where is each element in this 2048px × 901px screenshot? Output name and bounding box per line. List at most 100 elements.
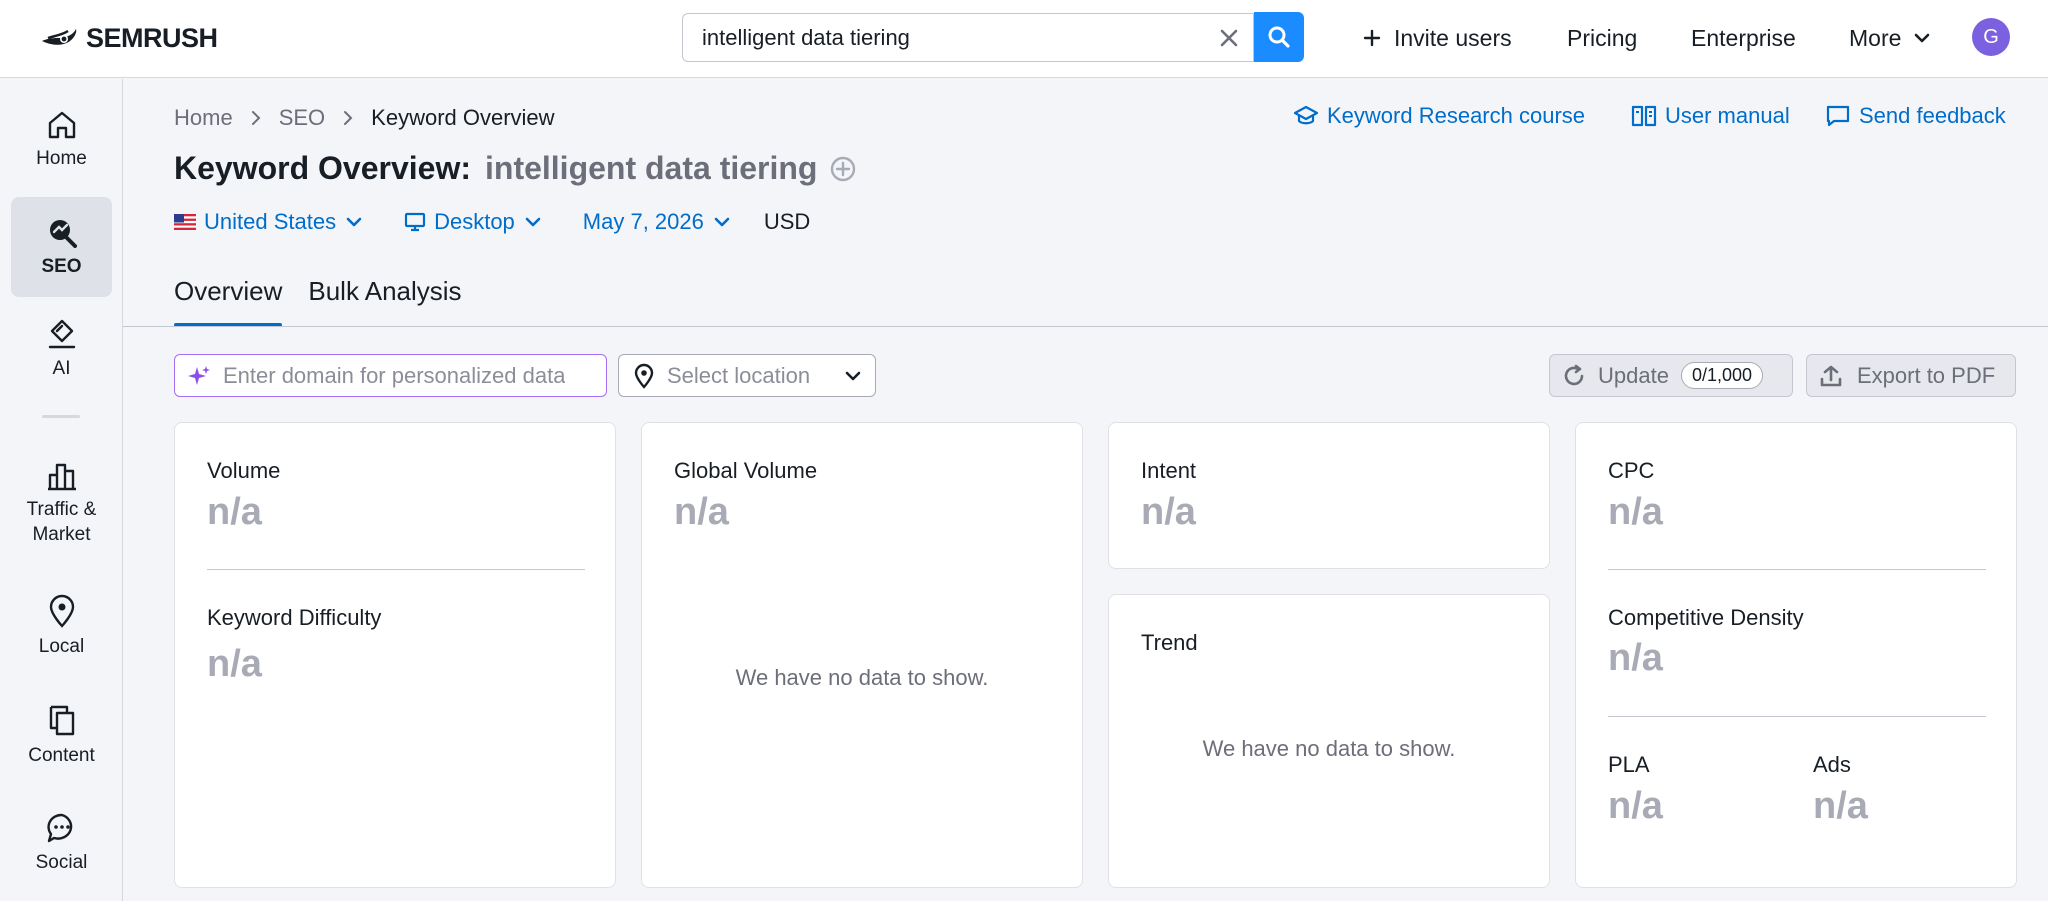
keyword-research-course-link[interactable]: Keyword Research course — [1293, 103, 1585, 129]
search-input-value[interactable]: intelligent data tiering — [702, 25, 1209, 51]
top-bar: SEMRUSH intelligent data tiering Invite … — [0, 0, 2048, 78]
desktop-icon — [404, 212, 426, 232]
semrush-logo[interactable]: SEMRUSH — [40, 22, 218, 54]
intent-card: Intent n/a — [1108, 422, 1550, 569]
logo-text: SEMRUSH — [86, 22, 218, 53]
sidebar-item-label: Home — [36, 147, 87, 169]
sidebar: Home SEO AI Traffic & Market Local Conte… — [0, 79, 123, 901]
seo-icon — [49, 219, 77, 248]
add-to-list-icon[interactable] — [829, 155, 857, 183]
clear-search-icon[interactable] — [1209, 18, 1249, 58]
export-pdf-button[interactable]: Export to PDF — [1806, 354, 2016, 397]
location-placeholder: Select location — [667, 362, 811, 388]
pricing-link[interactable]: Pricing — [1567, 14, 1637, 62]
device-select[interactable]: Desktop — [404, 209, 541, 235]
search-icon — [1268, 26, 1290, 48]
date-label: May 7, 2026 — [582, 209, 704, 234]
ai-icon — [48, 319, 75, 348]
map-pin-icon — [634, 363, 654, 389]
personalized-domain-input[interactable]: Enter domain for personalized data — [174, 354, 607, 397]
tabs: Overview Bulk Analysis — [174, 272, 488, 327]
upload-icon — [1820, 365, 1842, 386]
feedback-icon — [1826, 105, 1850, 127]
tab-overview[interactable]: Overview — [174, 272, 283, 327]
more-menu[interactable]: More — [1849, 14, 1931, 62]
breadcrumb: Home SEO Keyword Overview — [174, 105, 555, 131]
keyword-difficulty-label: Keyword Difficulty — [207, 605, 382, 630]
invite-users-label: Invite users — [1394, 24, 1512, 51]
breadcrumb-current: Keyword Overview — [371, 105, 555, 130]
sidebar-divider — [42, 415, 80, 418]
breadcrumb-seo[interactable]: SEO — [279, 105, 325, 131]
location-select[interactable]: Select location — [618, 354, 876, 397]
global-volume-empty-message: We have no data to show. — [735, 665, 989, 690]
export-label: Export to PDF — [1857, 362, 1996, 388]
trend-label: Trend — [1141, 630, 1198, 655]
volume-value: n/a — [207, 491, 262, 533]
volume-label: Volume — [207, 458, 281, 483]
semrush-fireball-icon — [42, 29, 77, 45]
filters-bar: United States Desktop May 7, 2026 USD — [174, 206, 810, 238]
card-divider — [207, 569, 585, 570]
keyword-difficulty-value: n/a — [207, 643, 262, 685]
plus-icon — [1363, 29, 1381, 47]
sidebar-item-label: Content — [28, 744, 95, 766]
chevron-down-icon — [525, 217, 541, 227]
user-manual-label: User manual — [1665, 103, 1790, 128]
book-icon — [1631, 105, 1657, 127]
trend-card: Trend We have no data to show. — [1108, 594, 1550, 888]
country-select[interactable]: United States — [174, 209, 362, 235]
page-title-keyword: intelligent data tiering — [485, 150, 818, 186]
sidebar-item-traffic-market[interactable]: Traffic & Market — [11, 439, 112, 569]
more-label: More — [1849, 24, 1902, 51]
pricing-label: Pricing — [1567, 24, 1638, 51]
send-feedback-link[interactable]: Send feedback — [1825, 103, 2006, 129]
chevron-down-icon — [1915, 33, 1930, 43]
sidebar-item-home[interactable]: Home — [11, 97, 112, 183]
currency-label: USD — [763, 209, 811, 234]
update-button[interactable]: Update 0/1,000 — [1549, 354, 1793, 397]
tab-bulk-analysis[interactable]: Bulk Analysis — [308, 272, 461, 326]
sidebar-item-ai[interactable]: AI — [11, 305, 112, 393]
chevron-down-icon — [714, 217, 730, 227]
bar-chart-icon — [47, 463, 76, 491]
global-volume-value: n/a — [674, 491, 729, 533]
breadcrumb-home[interactable]: Home — [174, 105, 233, 131]
page-title: Keyword Overview: intelligent data tieri… — [174, 150, 857, 187]
search-button[interactable] — [1254, 12, 1304, 62]
intent-label: Intent — [1141, 458, 1197, 483]
domain-input-placeholder: Enter domain for personalized data — [223, 362, 566, 388]
competitive-density-label: Competitive Density — [1608, 605, 1804, 630]
avatar[interactable]: G — [1972, 18, 2010, 56]
update-counter-badge: 0/1,000 — [1680, 362, 1764, 389]
ads-label: Ads — [1813, 752, 1851, 777]
sidebar-item-label: Traffic & Market — [26, 499, 97, 545]
invite-users-button[interactable]: Invite users — [1362, 14, 1512, 62]
us-flag-icon — [174, 214, 196, 230]
volume-kd-card: Volume n/a Keyword Difficulty n/a — [174, 422, 616, 888]
user-manual-link[interactable]: User manual — [1631, 103, 1790, 129]
date-select[interactable]: May 7, 2026 — [583, 209, 730, 235]
enterprise-label: Enterprise — [1691, 24, 1796, 51]
intent-value: n/a — [1141, 491, 1196, 533]
update-label: Update — [1598, 362, 1669, 388]
keyword-research-course-label: Keyword Research course — [1327, 103, 1586, 128]
cpc-label: CPC — [1608, 458, 1655, 483]
chat-bubble-icon — [46, 813, 72, 842]
sidebar-item-local[interactable]: Local — [11, 573, 112, 679]
competitive-density-value: n/a — [1608, 637, 1663, 679]
search-input[interactable]: intelligent data tiering — [682, 13, 1254, 62]
enterprise-link[interactable]: Enterprise — [1691, 14, 1796, 62]
home-icon — [48, 111, 75, 138]
chevron-down-icon — [346, 217, 362, 227]
tabs-divider — [123, 326, 2048, 327]
sidebar-item-content[interactable]: Content — [11, 683, 112, 787]
ads-value: n/a — [1813, 785, 1868, 827]
sparkle-icon — [188, 365, 210, 385]
chevron-right-icon — [251, 110, 261, 126]
content-icon — [49, 705, 74, 735]
sidebar-item-seo[interactable]: SEO — [11, 197, 112, 297]
sidebar-item-label: Local — [38, 635, 85, 657]
cpc-card: CPC n/a Competitive Density n/a PLA n/a … — [1575, 422, 2017, 888]
sidebar-item-social[interactable]: Social — [11, 791, 112, 895]
